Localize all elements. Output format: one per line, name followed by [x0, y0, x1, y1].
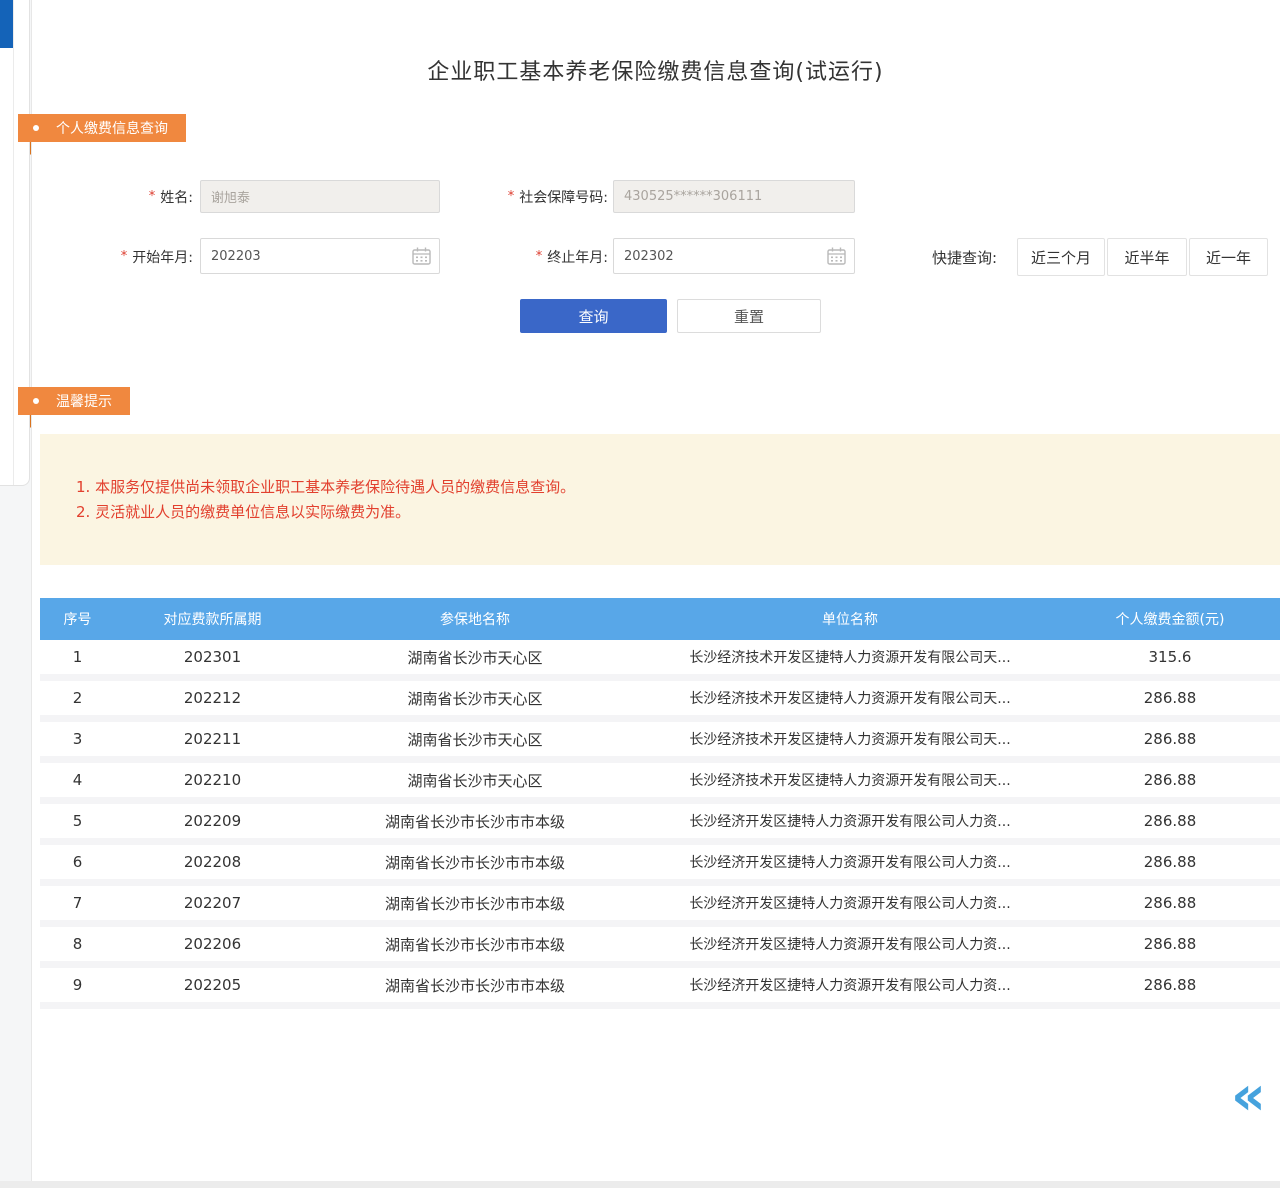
sidebar-divider	[13, 0, 14, 485]
collapse-chevron-icon[interactable]: «	[1231, 1072, 1266, 1120]
quick-query-label: 快捷查询:	[900, 238, 997, 276]
page: 企业职工基本养老保险缴费信息查询(试运行) 个人缴费信息查询 * 姓名: * 社…	[0, 0, 1280, 1188]
table-cell: 长沙经济技术开发区捷特人力资源开发有限公司天...	[640, 688, 1060, 708]
table-cell: 286.88	[1060, 730, 1280, 748]
table-header-cell: 对应费款所属期	[115, 609, 310, 629]
table-cell: 湖南省长沙市天心区	[310, 647, 640, 668]
footer-strip	[0, 1181, 1280, 1188]
table-header-row: 序号 对应费款所属期 参保地名称 单位名称 个人缴费金额(元)	[40, 598, 1280, 640]
query-button[interactable]: 查询	[520, 299, 667, 333]
table-body: 1202301湖南省长沙市天心区长沙经济技术开发区捷特人力资源开发有限公司天..…	[40, 640, 1280, 1009]
table-cell: 8	[40, 935, 115, 953]
table-cell: 202211	[115, 730, 310, 748]
table-cell: 湖南省长沙市长沙市市本级	[310, 893, 640, 914]
table-cell: 长沙经济技术开发区捷特人力资源开发有限公司天...	[640, 770, 1060, 790]
table-cell: 202205	[115, 976, 310, 994]
ssn-label: * 社会保障号码:	[420, 180, 608, 213]
quick-button-last-half-year[interactable]: 近半年	[1107, 238, 1187, 276]
table-cell: 长沙经济技术开发区捷特人力资源开发有限公司天...	[640, 729, 1060, 749]
table-cell: 286.88	[1060, 853, 1280, 871]
table-cell: 286.88	[1060, 976, 1280, 994]
end-month-input[interactable]	[613, 238, 855, 274]
table-cell: 长沙经济开发区捷特人力资源开发有限公司人力资...	[640, 852, 1060, 872]
quick-button-last-3-months[interactable]: 近三个月	[1017, 238, 1105, 276]
table-row: 9202205湖南省长沙市长沙市市本级长沙经济开发区捷特人力资源开发有限公司人力…	[40, 968, 1280, 1009]
table-cell: 7	[40, 894, 115, 912]
bullet-icon	[33, 125, 39, 131]
table-header-cell: 个人缴费金额(元)	[1060, 609, 1280, 629]
sidebar-active-indicator	[0, 0, 14, 48]
table-row: 3202211湖南省长沙市天心区长沙经济技术开发区捷特人力资源开发有限公司天..…	[40, 722, 1280, 763]
table-cell: 4	[40, 771, 115, 789]
notice-line: 2. 灵活就业人员的缴费单位信息以实际缴费为准。	[76, 500, 1280, 525]
table-cell: 202206	[115, 935, 310, 953]
table-cell: 286.88	[1060, 771, 1280, 789]
table-cell: 202210	[115, 771, 310, 789]
section-tag-label: 温馨提示	[56, 391, 112, 411]
bullet-icon	[33, 398, 39, 404]
table-cell: 202207	[115, 894, 310, 912]
name-label: * 姓名:	[60, 180, 193, 213]
end-month-label: * 终止年月:	[440, 240, 608, 273]
calendar-icon[interactable]	[412, 247, 431, 265]
table-cell: 286.88	[1060, 935, 1280, 953]
section-tag-label: 个人缴费信息查询	[56, 118, 168, 138]
required-asterisk: *	[121, 249, 128, 264]
table-cell: 湖南省长沙市长沙市市本级	[310, 811, 640, 832]
notice-box: 1. 本服务仅提供尚未领取企业职工基本养老保险待遇人员的缴费信息查询。 2. 灵…	[40, 434, 1280, 565]
table-cell: 315.6	[1060, 648, 1280, 666]
results-table: 序号 对应费款所属期 参保地名称 单位名称 个人缴费金额(元) 1202301湖…	[40, 598, 1280, 1009]
table-row: 5202209湖南省长沙市长沙市市本级长沙经济开发区捷特人力资源开发有限公司人力…	[40, 804, 1280, 845]
start-month-picker	[200, 238, 440, 274]
table-cell: 5	[40, 812, 115, 830]
name-field[interactable]	[200, 180, 440, 213]
table-cell: 湖南省长沙市长沙市市本级	[310, 852, 640, 873]
start-month-input[interactable]	[200, 238, 440, 274]
table-cell: 长沙经济开发区捷特人力资源开发有限公司人力资...	[640, 811, 1060, 831]
social-security-number-field[interactable]	[613, 180, 855, 213]
required-asterisk: *	[149, 189, 156, 204]
table-cell: 6	[40, 853, 115, 871]
table-cell: 长沙经济开发区捷特人力资源开发有限公司人力资...	[640, 893, 1060, 913]
calendar-icon[interactable]	[827, 247, 846, 265]
page-title: 企业职工基本养老保险缴费信息查询(试运行)	[31, 54, 1280, 86]
end-month-picker	[613, 238, 855, 274]
start-month-label: * 开始年月:	[60, 240, 193, 273]
required-asterisk: *	[508, 189, 515, 204]
table-header-cell: 单位名称	[640, 609, 1060, 629]
table-cell: 202209	[115, 812, 310, 830]
table-cell: 202212	[115, 689, 310, 707]
table-cell: 202208	[115, 853, 310, 871]
table-row: 7202207湖南省长沙市长沙市市本级长沙经济开发区捷特人力资源开发有限公司人力…	[40, 886, 1280, 927]
table-cell: 湖南省长沙市天心区	[310, 729, 640, 750]
table-row: 2202212湖南省长沙市天心区长沙经济技术开发区捷特人力资源开发有限公司天..…	[40, 681, 1280, 722]
table-header-cell: 参保地名称	[310, 609, 640, 629]
table-row: 8202206湖南省长沙市长沙市市本级长沙经济开发区捷特人力资源开发有限公司人力…	[40, 927, 1280, 968]
table-row: 6202208湖南省长沙市长沙市市本级长沙经济开发区捷特人力资源开发有限公司人力…	[40, 845, 1280, 886]
table-cell: 湖南省长沙市天心区	[310, 688, 640, 709]
quick-button-last-year[interactable]: 近一年	[1189, 238, 1268, 276]
table-header-cell: 序号	[40, 609, 115, 629]
table-cell: 长沙经济技术开发区捷特人力资源开发有限公司天...	[640, 647, 1060, 667]
table-cell: 202301	[115, 648, 310, 666]
table-cell: 湖南省长沙市长沙市市本级	[310, 934, 640, 955]
table-cell: 3	[40, 730, 115, 748]
table-cell: 1	[40, 648, 115, 666]
table-cell: 湖南省长沙市长沙市市本级	[310, 975, 640, 996]
required-asterisk: *	[536, 249, 543, 264]
table-cell: 286.88	[1060, 894, 1280, 912]
table-row: 4202210湖南省长沙市天心区长沙经济技术开发区捷特人力资源开发有限公司天..…	[40, 763, 1280, 804]
table-cell: 9	[40, 976, 115, 994]
section-tag-personal-query: 个人缴费信息查询	[18, 114, 186, 142]
table-cell: 长沙经济开发区捷特人力资源开发有限公司人力资...	[640, 975, 1060, 995]
table-cell: 286.88	[1060, 812, 1280, 830]
reset-button[interactable]: 重置	[677, 299, 821, 333]
table-row: 1202301湖南省长沙市天心区长沙经济技术开发区捷特人力资源开发有限公司天..…	[40, 640, 1280, 681]
table-cell: 长沙经济开发区捷特人力资源开发有限公司人力资...	[640, 934, 1060, 954]
table-cell: 湖南省长沙市天心区	[310, 770, 640, 791]
table-cell: 2	[40, 689, 115, 707]
section-tag-tips: 温馨提示	[18, 387, 130, 415]
table-cell: 286.88	[1060, 689, 1280, 707]
notice-line: 1. 本服务仅提供尚未领取企业职工基本养老保险待遇人员的缴费信息查询。	[76, 475, 1280, 500]
